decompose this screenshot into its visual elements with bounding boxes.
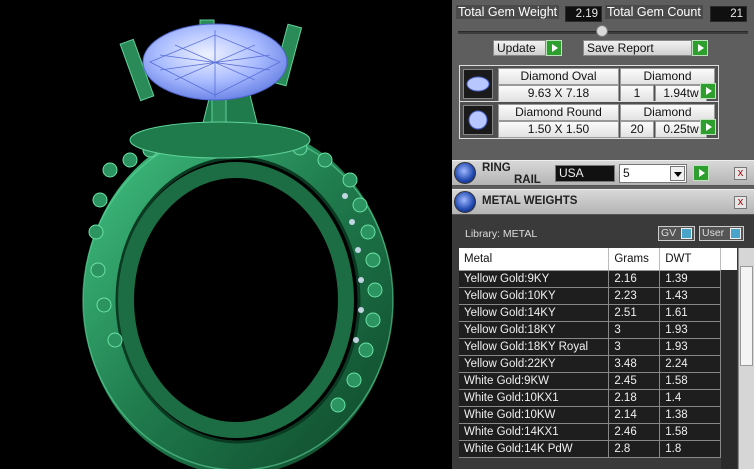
metal-name-cell: Yellow Gold:22KY bbox=[459, 355, 610, 373]
user-toggle[interactable]: User bbox=[699, 226, 744, 241]
ring-rail-title-1: RING bbox=[482, 162, 511, 174]
table-row[interactable]: White Gold:9KW 2.45 1.58 bbox=[459, 372, 721, 390]
grams-cell: 3 bbox=[608, 338, 661, 356]
column-header-dwt[interactable]: DWT bbox=[659, 248, 721, 271]
grams-cell: 2.23 bbox=[608, 287, 661, 305]
update-button[interactable]: Update bbox=[493, 40, 546, 56]
grams-cell: 2.46 bbox=[608, 423, 661, 441]
table-row[interactable]: Yellow Gold:22KY 3.48 2.24 bbox=[459, 355, 721, 373]
stone-count: 1 bbox=[620, 85, 654, 102]
save-report-go-button[interactable] bbox=[692, 40, 708, 56]
total-gem-count-label: Total Gem Count bbox=[605, 5, 703, 19]
stone-size: 1.50 X 1.50 bbox=[498, 121, 619, 138]
metal-weights-bar: METAL WEIGHTS x bbox=[452, 189, 754, 215]
table-scrollbar[interactable] bbox=[738, 248, 754, 469]
ring-size-go-button[interactable] bbox=[693, 165, 709, 181]
metal-weights-logo-icon bbox=[454, 191, 476, 213]
chevron-down-icon[interactable] bbox=[670, 166, 685, 181]
column-header-grams[interactable]: Grams bbox=[608, 248, 661, 271]
stone-oval-go-button[interactable] bbox=[700, 83, 716, 99]
metal-weights-title: METAL WEIGHTS bbox=[482, 195, 578, 207]
ring-3d-viewport[interactable] bbox=[0, 0, 452, 469]
ring-size-value: 5 bbox=[623, 166, 630, 180]
grams-cell: 2.16 bbox=[608, 270, 661, 288]
grams-cell: 3.48 bbox=[608, 355, 661, 373]
ring-rail-logo-icon bbox=[454, 162, 476, 184]
table-row[interactable]: White Gold:14K PdW 2.8 1.8 bbox=[459, 440, 721, 458]
table-row-filler bbox=[721, 270, 737, 469]
grams-cell: 2.14 bbox=[608, 406, 661, 424]
ring-size-select[interactable]: 5 bbox=[619, 164, 687, 183]
table-row[interactable]: Yellow Gold:18KY Royal 3 1.93 bbox=[459, 338, 721, 356]
grams-cell: 2.51 bbox=[608, 304, 661, 322]
stone-size: 9.63 X 7.18 bbox=[498, 85, 619, 102]
dwt-cell: 1.93 bbox=[659, 338, 721, 356]
metal-name-cell: Yellow Gold:18KY bbox=[459, 321, 610, 339]
table-row[interactable]: White Gold:10KX1 2.18 1.4 bbox=[459, 389, 721, 407]
dwt-cell: 1.4 bbox=[659, 389, 721, 407]
metal-name-cell: Yellow Gold:10KY bbox=[459, 287, 610, 305]
table-row[interactable]: Yellow Gold:14KY 2.51 1.61 bbox=[459, 304, 721, 322]
metal-name-cell: Yellow Gold:14KY bbox=[459, 304, 610, 322]
metal-name-cell: White Gold:10KX1 bbox=[459, 389, 610, 407]
grams-cell: 2.8 bbox=[608, 440, 661, 458]
country-field[interactable]: USA bbox=[555, 165, 615, 182]
metal-name-cell: White Gold:9KW bbox=[459, 372, 610, 390]
stone-row-round[interactable]: Diamond Round Diamond 1.50 X 1.50 20 0.2… bbox=[459, 101, 719, 139]
metal-weights-close-icon[interactable]: x bbox=[734, 196, 747, 209]
dwt-cell: 1.61 bbox=[659, 304, 721, 322]
dwt-cell: 1.8 bbox=[659, 440, 721, 458]
stone-count: 20 bbox=[620, 121, 654, 138]
scrollbar-thumb[interactable] bbox=[740, 266, 753, 366]
dwt-cell: 1.43 bbox=[659, 287, 721, 305]
stone-name: Diamond Round bbox=[498, 104, 619, 121]
table-row[interactable]: White Gold:14KX1 2.46 1.58 bbox=[459, 423, 721, 441]
ring-rail-title-2: RAIL bbox=[514, 174, 541, 186]
table-row[interactable]: Yellow Gold:18KY 3 1.93 bbox=[459, 321, 721, 339]
metal-name-cell: Yellow Gold:9KY bbox=[459, 270, 610, 288]
save-report-button[interactable]: Save Report bbox=[583, 40, 692, 56]
save-report-label: Save Report bbox=[587, 41, 654, 55]
table-header-row: Metal Grams DWT bbox=[459, 248, 721, 271]
gem-metal-panel: Total Gem Weight 2.19 Total Gem Count 21… bbox=[452, 0, 754, 469]
metal-name-cell: White Gold:14K PdW bbox=[459, 440, 610, 458]
oval-diamond-icon bbox=[463, 69, 493, 99]
ring-model bbox=[82, 19, 394, 469]
total-gem-count-value: 21 bbox=[710, 6, 747, 22]
grams-cell: 2.18 bbox=[608, 389, 661, 407]
stone-round-go-button[interactable] bbox=[700, 119, 716, 135]
grams-cell: 2.45 bbox=[608, 372, 661, 390]
total-gem-weight-value: 2.19 bbox=[565, 6, 602, 22]
total-gem-weight-label: Total Gem Weight bbox=[456, 5, 560, 19]
gv-toggle[interactable]: GV bbox=[658, 226, 695, 241]
dwt-cell: 1.38 bbox=[659, 406, 721, 424]
grams-cell: 3 bbox=[608, 321, 661, 339]
update-button-label: Update bbox=[497, 41, 536, 55]
table-row[interactable]: Yellow Gold:9KY 2.16 1.39 bbox=[459, 270, 721, 288]
metal-name-cell: Yellow Gold:18KY Royal bbox=[459, 338, 610, 356]
dwt-cell: 1.93 bbox=[659, 321, 721, 339]
table-header-filler bbox=[721, 248, 737, 270]
column-header-metal[interactable]: Metal bbox=[459, 248, 610, 271]
ring-rail-close-icon[interactable]: x bbox=[734, 167, 747, 180]
stone-row-oval[interactable]: Diamond Oval Diamond 9.63 X 7.18 1 1.94t… bbox=[459, 65, 719, 103]
update-go-button[interactable] bbox=[546, 40, 562, 56]
dwt-cell: 1.39 bbox=[659, 270, 721, 288]
metal-name-cell: White Gold:14KX1 bbox=[459, 423, 610, 441]
dwt-cell: 1.58 bbox=[659, 372, 721, 390]
dwt-cell: 2.24 bbox=[659, 355, 721, 373]
gem-slider-handle[interactable] bbox=[596, 25, 608, 37]
stone-name: Diamond Oval bbox=[498, 68, 619, 85]
dwt-cell: 1.58 bbox=[659, 423, 721, 441]
library-label: Library: METAL bbox=[465, 228, 538, 240]
round-diamond-icon bbox=[463, 105, 493, 135]
metal-name-cell: White Gold:10KW bbox=[459, 406, 610, 424]
ring-rail-bar: RING RAIL USA 5 x bbox=[452, 160, 754, 186]
metal-weights-table: Metal Grams DWT Yellow Gold:9KY 2.16 1.39 Y… bbox=[459, 248, 721, 458]
table-row[interactable]: White Gold:10KW 2.14 1.38 bbox=[459, 406, 721, 424]
table-row[interactable]: Yellow Gold:10KY 2.23 1.43 bbox=[459, 287, 721, 305]
